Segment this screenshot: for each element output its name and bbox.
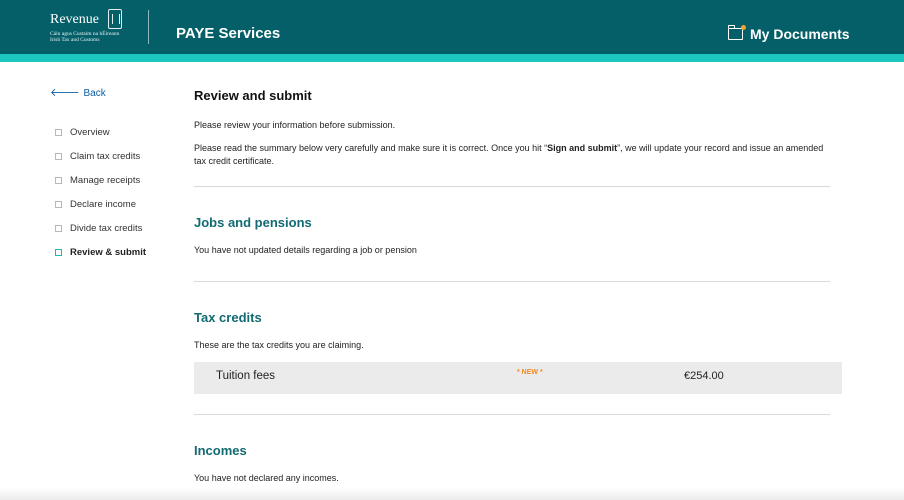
tax-credit-amount: €254.00: [684, 370, 724, 382]
notification-dot: [741, 25, 746, 30]
sign-and-submit-emphasis: Sign and submit: [547, 143, 618, 153]
instruction-text: Please read the summary below very caref…: [194, 142, 824, 168]
header-accent-strip: [0, 54, 904, 62]
sidebar-item-label: Review & submit: [70, 246, 147, 258]
new-badge: * NEW *: [517, 369, 543, 376]
sidebar-item-divide-tax-credits[interactable]: Divide tax credits: [50, 216, 170, 240]
sidebar-item-manage-receipts[interactable]: Manage receipts: [50, 168, 170, 192]
jobs-pensions-text: You have not updated details regarding a…: [194, 245, 417, 255]
tax-credits-text: These are the tax credits you are claimi…: [194, 340, 364, 350]
sidebar-item-claim-tax-credits[interactable]: Claim tax credits: [50, 144, 170, 168]
intro-text: Please review your information before su…: [194, 120, 396, 130]
divider: [194, 186, 830, 187]
step-checkbox-icon: [55, 224, 62, 232]
folder-icon: [727, 25, 746, 40]
header-bar: Revenue Cáin agus Custaim na hÉireann Ir…: [0, 0, 904, 54]
instruction-text-start: Please read the summary below very caref…: [194, 143, 548, 153]
section-title-jobs-pensions: Jobs and pensions: [194, 215, 312, 230]
sidebar-item-label: Overview: [70, 126, 110, 138]
logo-wordmark: Revenue: [50, 12, 99, 27]
revenue-logo[interactable]: Revenue Cáin agus Custaim na hÉireann Ir…: [50, 8, 130, 48]
bottom-shadow: [0, 488, 904, 500]
service-title: PAYE Services: [176, 25, 281, 42]
sidebar-item-label: Claim tax credits: [70, 150, 141, 162]
arrow-left-icon: 🡐: [50, 86, 80, 99]
my-documents-link[interactable]: My Documents: [727, 24, 850, 44]
folder-tab: [727, 25, 735, 28]
tax-credit-row: Tuition fees * NEW * €254.00: [194, 362, 842, 394]
divider: [194, 281, 830, 282]
tax-credit-name: Tuition fees: [216, 370, 276, 382]
logo-subtitle: Cáin agus Custaim na hÉireann Irish Tax …: [50, 31, 119, 43]
sidebar-nav: 🡐 Back Overview Claim tax credits Manage…: [50, 86, 170, 264]
harp-icon: [108, 9, 122, 29]
main-content: Review and submit Please review your inf…: [194, 88, 842, 485]
my-documents-label: My Documents: [750, 26, 850, 42]
sidebar-item-label: Declare income: [70, 198, 136, 210]
step-checkbox-icon: [55, 176, 62, 184]
incomes-text: You have not declared any incomes.: [194, 473, 339, 483]
sidebar-item-label: Divide tax credits: [70, 222, 143, 234]
sidebar-item-declare-income[interactable]: Declare income: [50, 192, 170, 216]
back-label: Back: [83, 87, 106, 99]
step-checkbox-icon: [55, 128, 62, 136]
section-title-tax-credits: Tax credits: [194, 310, 262, 325]
page-title: Review and submit: [194, 88, 312, 103]
logo-subtitle-english: Irish Tax and Customs: [50, 37, 100, 43]
back-link[interactable]: 🡐 Back: [50, 86, 170, 100]
divider: [194, 414, 830, 415]
sidebar-item-label: Manage receipts: [70, 174, 141, 186]
step-checkbox-icon: [55, 248, 62, 256]
step-checkbox-icon: [55, 152, 62, 160]
section-title-incomes: Incomes: [194, 443, 247, 458]
header-divider: [148, 10, 149, 44]
step-checkbox-icon: [55, 200, 62, 208]
sidebar-item-review-submit[interactable]: Review & submit: [50, 240, 170, 264]
sidebar-item-overview[interactable]: Overview: [50, 120, 170, 144]
